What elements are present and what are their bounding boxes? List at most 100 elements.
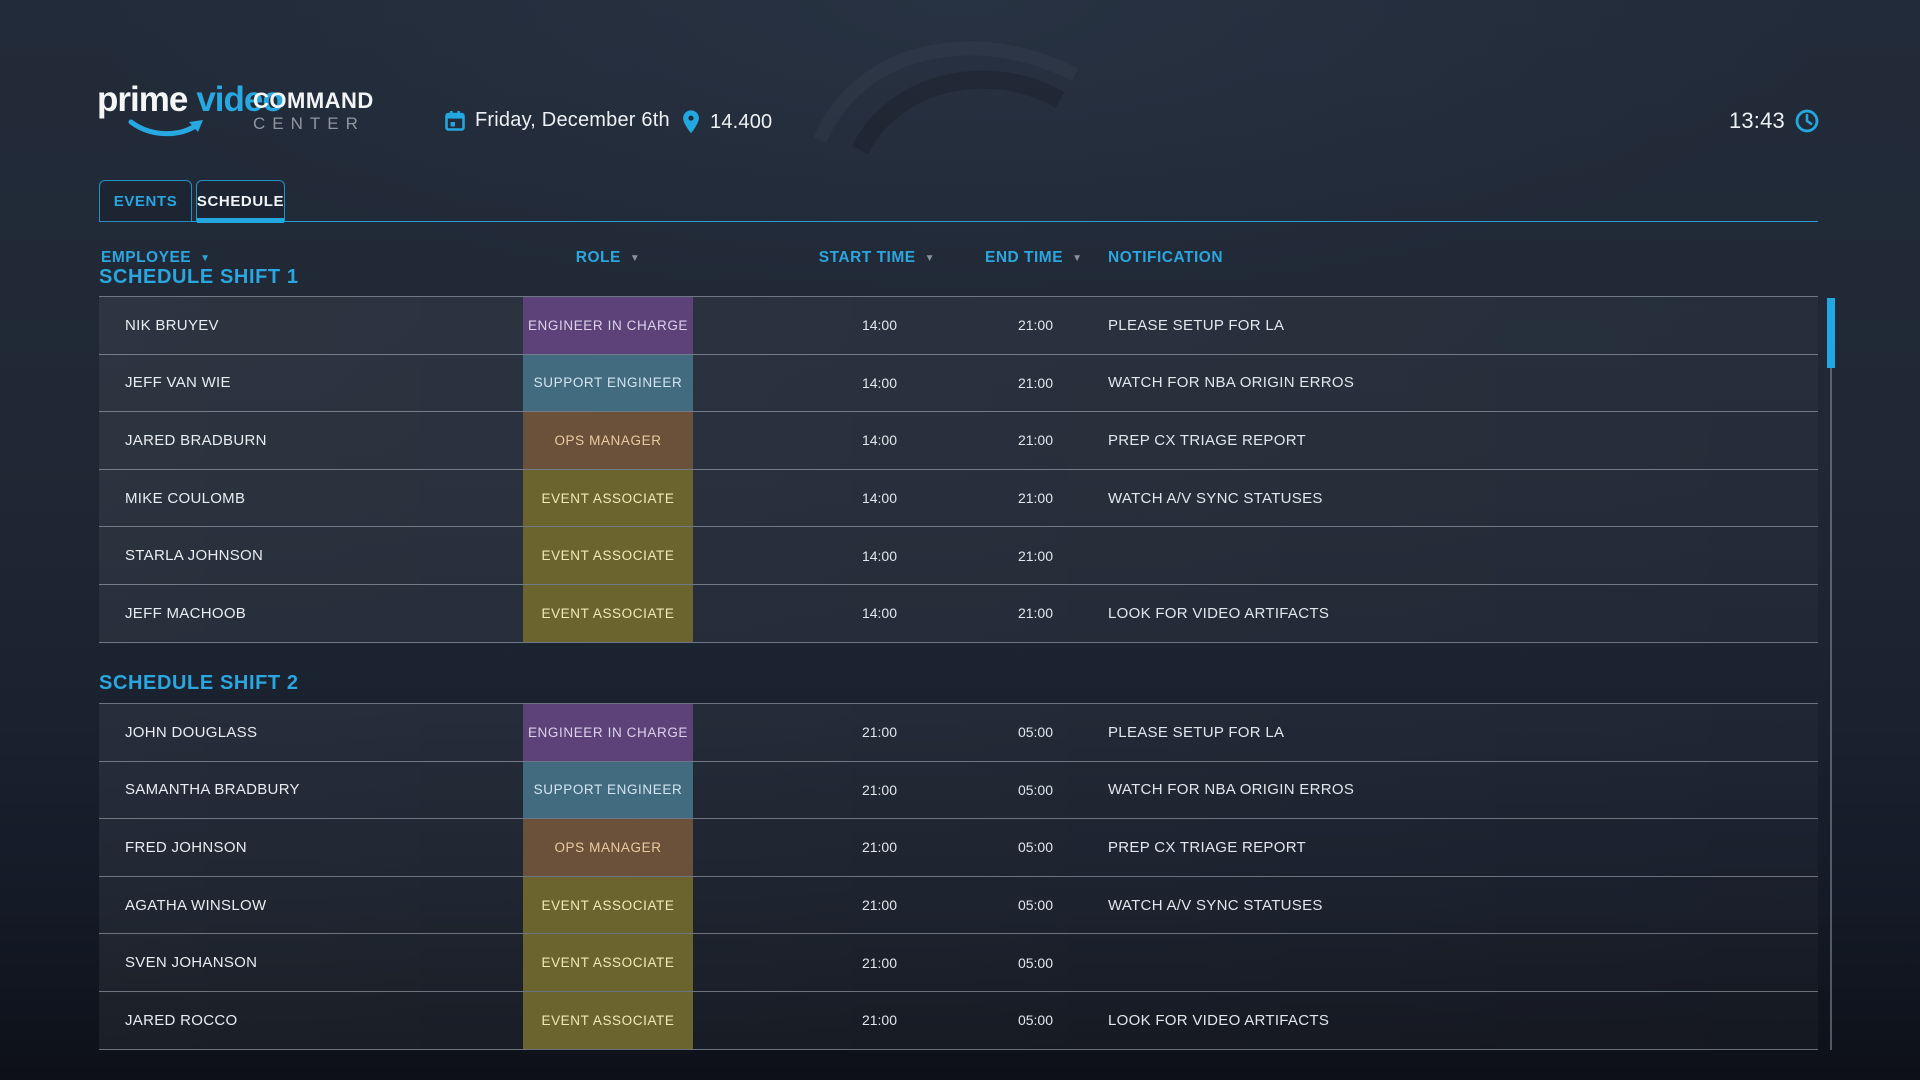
sort-arrow-icon: ▼	[630, 253, 640, 264]
start-time-value: 21:00	[693, 1012, 985, 1028]
shift-1-table: NIK BRUYEV ENGINEER IN CHARGE 14:00 21:0…	[99, 296, 1818, 643]
role-badge: OPS MANAGER	[523, 819, 693, 876]
role-badge: EVENT ASSOCIATE	[523, 470, 693, 527]
end-time-value: 05:00	[985, 782, 1085, 798]
end-time-value: 05:00	[985, 897, 1085, 913]
table-column-headers: EMPLOYEE ▼ ROLE▼ START TIME ▼ END TIME ▼ NO…	[99, 246, 1818, 270]
role-badge: EVENT ASSOCIATE	[523, 585, 693, 642]
sort-arrow-icon: ▼	[200, 253, 210, 264]
location-text: 14.400	[710, 111, 772, 134]
role-badge: SUPPORT ENGINEER	[523, 355, 693, 412]
start-time-value: 14:00	[693, 605, 985, 621]
command-center-app: primevideo COMMAND CENTER Friday, Decemb…	[0, 0, 1920, 1080]
column-header-end-label: END TIME	[985, 249, 1063, 266]
column-header-start-label: START TIME	[819, 249, 916, 266]
command-text: COMMAND	[253, 90, 374, 112]
table-row[interactable]: JEFF MACHOOB EVENT ASSOCIATE 14:00 21:00…	[99, 585, 1818, 643]
table-row[interactable]: SVEN JOHANSON EVENT ASSOCIATE 21:00 05:0…	[99, 934, 1818, 992]
active-tab-indicator	[197, 218, 284, 223]
end-time-value: 21:00	[985, 548, 1085, 564]
role-badge: EVENT ASSOCIATE	[523, 992, 693, 1049]
start-time-value: 21:00	[693, 839, 985, 855]
location-display: 14.400	[681, 109, 772, 135]
employee-name: JEFF VAN WIE	[99, 374, 523, 391]
table-row[interactable]: JARED BRADBURN OPS MANAGER 14:00 21:00 P…	[99, 412, 1818, 470]
location-pin-icon	[681, 109, 701, 135]
start-time-value: 14:00	[693, 490, 985, 506]
role-badge: ENGINEER IN CHARGE	[523, 297, 693, 354]
start-time-value: 21:00	[693, 724, 985, 740]
end-time-value: 05:00	[985, 839, 1085, 855]
column-header-employee[interactable]: EMPLOYEE ▼	[99, 249, 523, 267]
role-badge: EVENT ASSOCIATE	[523, 877, 693, 934]
smile-swoosh-icon	[127, 118, 209, 142]
column-header-role[interactable]: ROLE▼	[523, 249, 693, 267]
column-header-notification-label: NOTIFICATION	[1108, 249, 1223, 266]
scrollbar-thumb[interactable]	[1827, 298, 1835, 368]
end-time-value: 21:00	[985, 317, 1085, 333]
table-row[interactable]: NIK BRUYEV ENGINEER IN CHARGE 14:00 21:0…	[99, 297, 1818, 355]
role-badge: ENGINEER IN CHARGE	[523, 704, 693, 761]
end-time-value: 05:00	[985, 724, 1085, 740]
start-time-value: 14:00	[693, 432, 985, 448]
employee-name: SAMANTHA BRADBURY	[99, 781, 523, 798]
table-row[interactable]: AGATHA WINSLOW EVENT ASSOCIATE 21:00 05:…	[99, 877, 1818, 935]
notification-text: PLEASE SETUP FOR LA	[1085, 317, 1818, 334]
role-badge: SUPPORT ENGINEER	[523, 762, 693, 819]
command-center-lockup: COMMAND CENTER	[253, 90, 374, 132]
shift-2-title: SCHEDULE SHIFT 2	[99, 672, 299, 695]
date-text: Friday, December 6th	[475, 109, 670, 132]
start-time-value: 21:00	[693, 897, 985, 913]
tab-schedule[interactable]: SCHEDULE	[196, 180, 285, 222]
notification-text: LOOK FOR VIDEO ARTIFACTS	[1085, 605, 1818, 622]
tab-events-label: EVENTS	[114, 193, 178, 210]
employee-name: JARED BRADBURN	[99, 432, 523, 449]
table-row[interactable]: FRED JOHNSON OPS MANAGER 21:00 05:00 PRE…	[99, 819, 1818, 877]
scrollbar-track[interactable]	[1830, 298, 1832, 1050]
end-time-value: 21:00	[985, 605, 1085, 621]
column-header-notification: NOTIFICATION	[1085, 249, 1818, 267]
notification-text: WATCH FOR NBA ORIGIN ERROS	[1085, 781, 1818, 798]
start-time-value: 14:00	[693, 317, 985, 333]
end-time-value: 05:00	[985, 1012, 1085, 1028]
tab-schedule-label: SCHEDULE	[197, 193, 284, 210]
employee-name: JEFF MACHOOB	[99, 605, 523, 622]
notification-text: WATCH A/V SYNC STATUSES	[1085, 897, 1818, 914]
table-row[interactable]: MIKE COULOMB EVENT ASSOCIATE 14:00 21:00…	[99, 470, 1818, 528]
start-time-value: 14:00	[693, 548, 985, 564]
column-header-employee-label: EMPLOYEE	[101, 249, 191, 266]
background-swoosh	[800, 20, 1100, 160]
clock-icon	[1794, 108, 1820, 134]
date-display: Friday, December 6th	[444, 109, 670, 132]
shift-1-title: SCHEDULE SHIFT 1	[99, 266, 299, 289]
notification-text: LOOK FOR VIDEO ARTIFACTS	[1085, 1012, 1818, 1029]
table-row[interactable]: JOHN DOUGLASS ENGINEER IN CHARGE 21:00 0…	[99, 704, 1818, 762]
end-time-value: 21:00	[985, 432, 1085, 448]
table-row[interactable]: JARED ROCCO EVENT ASSOCIATE 21:00 05:00 …	[99, 992, 1818, 1050]
end-time-value: 21:00	[985, 490, 1085, 506]
employee-name: MIKE COULOMB	[99, 490, 523, 507]
notification-text: PREP CX TRIAGE REPORT	[1085, 839, 1818, 856]
role-badge: EVENT ASSOCIATE	[523, 934, 693, 991]
notification-text: WATCH FOR NBA ORIGIN ERROS	[1085, 374, 1818, 391]
employee-name: NIK BRUYEV	[99, 317, 523, 334]
logo-prime-text: prime	[97, 80, 187, 119]
sort-arrow-icon: ▼	[925, 253, 935, 264]
sort-arrow-icon: ▼	[1072, 253, 1082, 264]
tab-bar: EVENTS SCHEDULE	[99, 180, 1818, 222]
time-text: 13:43	[1729, 108, 1785, 134]
end-time-value: 21:00	[985, 375, 1085, 391]
column-header-end-time[interactable]: END TIME ▼	[985, 249, 1085, 267]
start-time-value: 21:00	[693, 955, 985, 971]
notification-text: PLEASE SETUP FOR LA	[1085, 724, 1818, 741]
table-row[interactable]: STARLA JOHNSON EVENT ASSOCIATE 14:00 21:…	[99, 527, 1818, 585]
table-row[interactable]: SAMANTHA BRADBURY SUPPORT ENGINEER 21:00…	[99, 762, 1818, 820]
column-header-start-time[interactable]: START TIME ▼	[693, 249, 985, 267]
tab-events[interactable]: EVENTS	[99, 180, 192, 222]
center-text: CENTER	[253, 115, 374, 132]
table-row[interactable]: JEFF VAN WIE SUPPORT ENGINEER 14:00 21:0…	[99, 355, 1818, 413]
role-badge: EVENT ASSOCIATE	[523, 527, 693, 584]
employee-name: JOHN DOUGLASS	[99, 724, 523, 741]
role-badge: OPS MANAGER	[523, 412, 693, 469]
start-time-value: 14:00	[693, 375, 985, 391]
